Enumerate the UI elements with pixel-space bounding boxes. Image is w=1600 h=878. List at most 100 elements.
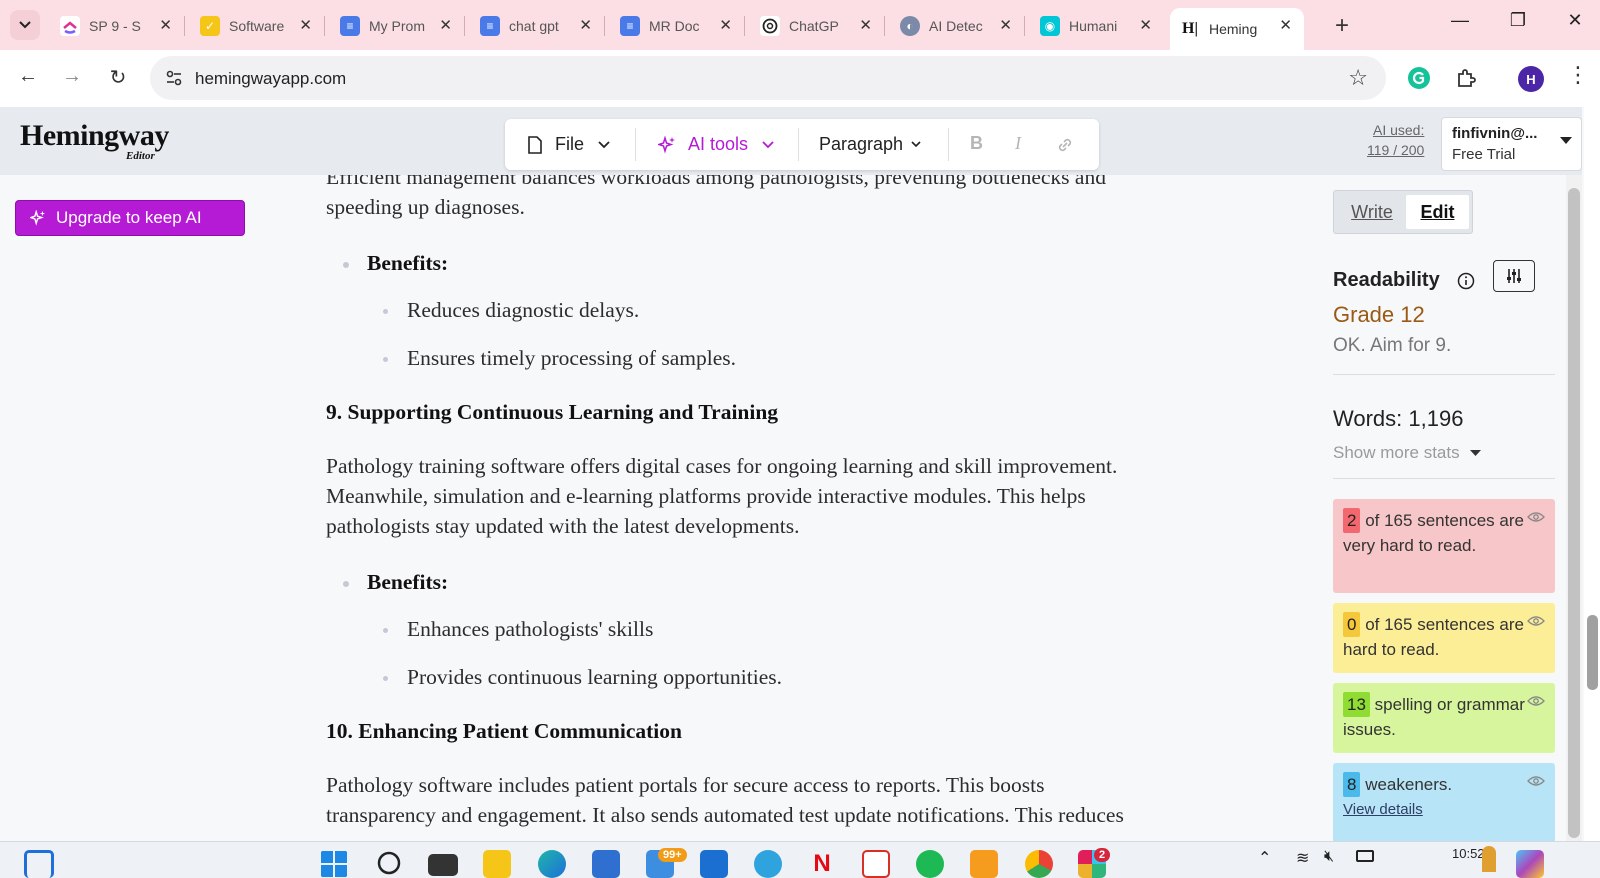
task-view-icon[interactable] (428, 854, 458, 876)
info-icon[interactable] (1457, 272, 1475, 290)
close-tab-icon[interactable]: ✕ (299, 16, 312, 34)
bookmark-star-icon[interactable]: ☆ (1348, 65, 1368, 91)
close-tab-icon[interactable]: ✕ (439, 16, 452, 34)
edit-mode-tab[interactable]: Edit (1406, 195, 1469, 229)
volume-muted-icon[interactable]: 🔇︎ (1324, 848, 1334, 866)
bullet-dot (383, 309, 388, 314)
browser-tab[interactable]: ≡ chat gpt ✕ (470, 8, 605, 44)
close-tab-icon[interactable]: ✕ (859, 16, 872, 34)
browser-tab[interactable]: ChatGP ✕ (750, 8, 885, 44)
address-bar-row: ← → ↻ hemingwayapp.com ☆ (0, 50, 1600, 107)
tab-search-button[interactable] (10, 10, 40, 40)
weakeners-count: 8 (1343, 772, 1361, 797)
account-email: finfivnin@... (1452, 125, 1538, 142)
wifi-icon[interactable]: ≋ (1296, 848, 1309, 868)
file-explorer-icon[interactable] (483, 850, 511, 878)
close-tab-icon[interactable]: ✕ (579, 16, 592, 34)
write-mode-tab[interactable]: Write (1338, 195, 1406, 229)
system-clock[interactable]: 10:52 (1452, 846, 1485, 861)
sidebar-scrollbar-thumb[interactable] (1568, 188, 1580, 838)
ai-tools-menu-button[interactable]: AI tools (658, 119, 774, 170)
browser-tab[interactable]: SP 9 - S ✕ (50, 8, 185, 44)
browser-tab[interactable]: ≡ My Prom ✕ (330, 8, 465, 44)
telegram-icon[interactable] (754, 850, 782, 878)
link-icon[interactable] (1056, 136, 1074, 154)
omnibox[interactable]: hemingwayapp.com ☆ (150, 56, 1386, 100)
italic-button[interactable]: I (1015, 133, 1021, 154)
ai-used-label: AI used: (1372, 122, 1425, 138)
readability-settings-button[interactable] (1493, 260, 1535, 292)
widgets-icon[interactable] (24, 850, 54, 878)
site-settings-icon[interactable] (164, 68, 184, 88)
forward-arrow-icon[interactable]: → (57, 65, 87, 88)
account-plan: Free Trial (1452, 146, 1516, 163)
back-arrow-icon[interactable]: ← (13, 65, 43, 88)
weakeners-card[interactable]: 8 weakeners. View details (1333, 763, 1555, 841)
account-menu[interactable]: finfivnin@... Free Trial (1441, 117, 1582, 171)
profile-avatar[interactable]: H (1518, 66, 1544, 92)
ai-usage-meter[interactable]: AI used: 119 / 200 (1367, 120, 1424, 160)
slack-icon[interactable]: 2 (1078, 848, 1111, 878)
browser-menu-icon[interactable]: ⋮ (1567, 62, 1589, 88)
browser-tab[interactable]: ≡ MR Doc ✕ (610, 8, 745, 44)
gmail-icon[interactable] (862, 850, 890, 878)
browser-tab[interactable]: ◉ Humani ✕ (1030, 8, 1164, 44)
url-text[interactable]: hemingwayapp.com (195, 69, 346, 89)
browser-tab[interactable]: ◐ AI Detec ✕ (890, 8, 1025, 44)
bullet-dot (383, 628, 388, 633)
page-scrollbar[interactable] (1584, 107, 1600, 841)
browser-tab[interactable]: ✓ Software ✕ (190, 8, 325, 44)
list-item: Reduces diagnostic delays. (407, 298, 640, 322)
eye-icon[interactable] (1527, 615, 1545, 627)
vlc-icon[interactable] (970, 850, 998, 878)
extensions-puzzle-icon[interactable] (1452, 64, 1480, 92)
battery-icon[interactable] (1356, 850, 1374, 862)
chrome-icon[interactable] (1025, 850, 1053, 878)
tab-title: ChatGP (789, 18, 839, 34)
bullet-dot (383, 676, 388, 681)
spotify-icon[interactable] (916, 850, 944, 878)
close-tab-icon[interactable]: ✕ (1139, 16, 1152, 34)
eye-icon[interactable] (1527, 511, 1545, 523)
mail-icon[interactable]: 99+ (646, 848, 687, 878)
notification-bell-icon[interactable] (1482, 846, 1496, 872)
file-menu-button[interactable]: File (527, 119, 610, 170)
close-tab-icon[interactable]: ✕ (159, 16, 172, 34)
document-editor[interactable]: Efficient management balances workloads … (326, 175, 1256, 841)
myhp-icon[interactable] (700, 850, 728, 878)
minimize-icon[interactable]: — (1437, 10, 1483, 31)
hard-sentences-card[interactable]: 0 of 165 sentences are hard to read. (1333, 603, 1555, 673)
close-tab-icon[interactable]: ✕ (719, 16, 732, 34)
grammar-issues-card[interactable]: 13 spelling or grammar issues. (1333, 683, 1555, 753)
store-icon[interactable] (592, 850, 620, 878)
show-more-stats-button[interactable]: Show more stats (1333, 443, 1482, 463)
tab-title: chat gpt (509, 18, 559, 34)
search-icon[interactable] (376, 850, 404, 878)
browser-tab-active[interactable]: H| Heming ✕ (1170, 8, 1304, 50)
new-tab-plus-icon[interactable]: + (1335, 12, 1349, 40)
grade-note: OK. Aim for 9. (1333, 335, 1452, 356)
paragraph-style-dropdown[interactable]: Paragraph (819, 119, 921, 170)
reload-icon[interactable]: ↻ (103, 65, 133, 90)
chevron-up-icon[interactable]: ⌃ (1258, 848, 1271, 868)
view-details-link[interactable]: View details (1343, 797, 1545, 822)
upgrade-button[interactable]: Upgrade to keep AI (15, 200, 245, 236)
copilot-icon[interactable] (1516, 850, 1544, 878)
close-tab-icon[interactable]: ✕ (1279, 16, 1292, 34)
bold-button[interactable]: B (970, 133, 983, 154)
eye-icon[interactable] (1527, 695, 1545, 707)
windows-start-icon[interactable] (320, 850, 348, 878)
close-window-icon[interactable]: ✕ (1552, 10, 1598, 31)
grammarly-icon[interactable] (1405, 64, 1433, 92)
very-hard-sentences-card[interactable]: 2 of 165 sentences are very hard to read… (1333, 499, 1555, 593)
app-logo[interactable]: Hemingway (20, 119, 169, 153)
chevron-down-icon (762, 140, 774, 148)
docs-icon: ≡ (480, 16, 500, 36)
close-tab-icon[interactable]: ✕ (999, 16, 1012, 34)
page-scrollbar-thumb[interactable] (1587, 615, 1598, 690)
restore-icon[interactable]: ❐ (1495, 10, 1541, 31)
edge-icon[interactable] (538, 850, 566, 878)
readability-heading: Readability (1333, 269, 1440, 291)
netflix-icon[interactable]: N (808, 850, 836, 878)
eye-icon[interactable] (1527, 775, 1545, 787)
